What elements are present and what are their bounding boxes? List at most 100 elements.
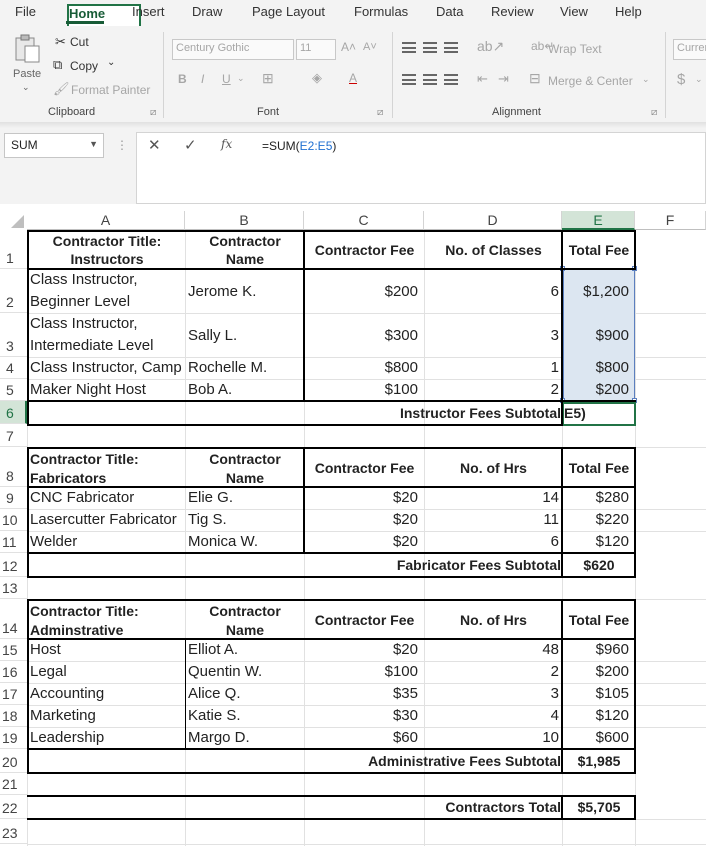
merge-center-button[interactable]: Merge & Center [548, 74, 633, 88]
cell-d17[interactable]: 3 [425, 685, 559, 703]
increase-indent-icon[interactable]: ⇥ [498, 71, 509, 87]
underline-button[interactable]: U [222, 72, 231, 86]
cell-a5[interactable]: Maker Night Host [30, 381, 185, 399]
bold-button[interactable]: B [178, 72, 187, 86]
alignment-launcher-icon[interactable]: ⧄ [651, 107, 657, 118]
cell-d8[interactable]: No. of Hrs [425, 459, 562, 477]
row-header[interactable]: 15 [0, 639, 27, 661]
clipboard-launcher-icon[interactable]: ⧄ [150, 107, 156, 118]
number-format-select[interactable]: Curren [673, 39, 706, 60]
row-header[interactable]: 4 [0, 357, 27, 379]
row-header[interactable]: 11 [0, 531, 27, 553]
cell-b4[interactable]: Rochelle M. [188, 359, 304, 377]
row-header[interactable]: 10 [0, 509, 27, 531]
cell-b5[interactable]: Bob A. [188, 381, 304, 399]
cell-e14[interactable]: Total Fee [563, 611, 635, 629]
cell-c9[interactable]: $20 [305, 489, 418, 507]
cell-e6[interactable]: E5) [564, 404, 634, 422]
font-color-icon[interactable]: A [349, 71, 357, 85]
wrap-text-button[interactable]: Wrap Text [548, 42, 602, 56]
cell-a4[interactable]: Class Instructor, Camp [30, 359, 185, 377]
cell-a2-line2[interactable]: Beginner Level [30, 293, 185, 311]
menu-data[interactable]: Data [436, 4, 463, 19]
column-header-d[interactable]: D [424, 211, 562, 230]
row-header[interactable]: 18 [0, 705, 27, 727]
cell-c11[interactable]: $20 [305, 533, 418, 551]
currency-dropdown-icon[interactable]: ⌄ [695, 74, 703, 85]
cell-b16[interactable]: Quentin W. [188, 663, 304, 681]
paste-dropdown-icon[interactable]: ⌄ [22, 82, 30, 93]
row-header[interactable]: 9 [0, 487, 27, 509]
fill-color-icon[interactable]: ◈ [312, 70, 322, 86]
copy-button[interactable]: Copy [70, 59, 98, 73]
row-header[interactable]: 8 [0, 447, 27, 487]
paintbrush-icon[interactable]: 🖌 [53, 81, 70, 97]
cell-c3[interactable]: $300 [305, 327, 418, 345]
cell-e9[interactable]: $280 [563, 489, 629, 507]
align-center-icon[interactable] [423, 74, 437, 85]
italic-button[interactable]: I [201, 72, 204, 86]
menu-home[interactable]: Home [67, 4, 141, 28]
cell-a11[interactable]: Welder [30, 533, 185, 551]
row-header[interactable]: 3 [0, 313, 27, 357]
name-box[interactable]: SUM ▼ [4, 133, 104, 158]
row-header[interactable]: 21 [0, 773, 27, 795]
row-header[interactable]: 20 [0, 749, 27, 773]
worksheet-grid[interactable]: A B C D E F 1 2 3 4 5 6 7 8 9 10 11 12 1… [0, 204, 706, 846]
cell-d20[interactable]: Administrative Fees Subtotal [305, 752, 561, 770]
copy-icon[interactable]: ⧉ [53, 57, 62, 73]
row-header[interactable]: 2 [0, 269, 27, 313]
cell-a3-line2[interactable]: Intermediate Level [30, 337, 185, 355]
scissors-icon[interactable]: ✂ [55, 34, 66, 50]
font-launcher-icon[interactable]: ⧄ [377, 107, 383, 118]
fx-icon[interactable]: fx [221, 137, 232, 151]
cell-c4[interactable]: $800 [305, 359, 418, 377]
cell-e16[interactable]: $200 [563, 663, 629, 681]
cell-a8-line2[interactable]: Fabricators [30, 469, 185, 487]
cell-c18[interactable]: $30 [305, 707, 418, 725]
menu-draw[interactable]: Draw [192, 4, 222, 19]
cell-e4[interactable]: $800 [563, 359, 629, 377]
cell-b19[interactable]: Margo D. [188, 729, 304, 747]
menu-formulas[interactable]: Formulas [354, 4, 408, 19]
cell-d15[interactable]: 48 [425, 641, 559, 659]
font-name-select[interactable]: Century Gothic [172, 39, 294, 60]
cell-e19[interactable]: $600 [563, 729, 629, 747]
paste-button[interactable]: Paste [13, 68, 41, 80]
cell-d2[interactable]: 6 [425, 283, 559, 301]
cell-b18[interactable]: Katie S. [188, 707, 304, 725]
cell-c15[interactable]: $20 [305, 641, 418, 659]
font-size-select[interactable]: 11 [296, 39, 336, 60]
cell-e22[interactable]: $5,705 [563, 798, 635, 816]
cell-b11[interactable]: Monica W. [188, 533, 304, 551]
cell-e10[interactable]: $220 [563, 511, 629, 529]
borders-icon[interactable]: ⊞ [262, 70, 274, 87]
row-header[interactable]: 1 [0, 230, 27, 269]
cell-c19[interactable]: $60 [305, 729, 418, 747]
cell-a1[interactable]: Contractor Title: [29, 232, 185, 250]
align-bottom-icon[interactable] [444, 42, 458, 53]
copy-dropdown-icon[interactable]: ⌄ [107, 57, 115, 68]
menu-file[interactable]: File [15, 4, 36, 19]
cell-d22[interactable]: Contractors Total [305, 798, 561, 816]
cell-d18[interactable]: 4 [425, 707, 559, 725]
cell-c5[interactable]: $100 [305, 381, 418, 399]
row-header[interactable]: 5 [0, 379, 27, 401]
paste-icon[interactable] [14, 34, 42, 64]
cell-c1[interactable]: Contractor Fee [305, 241, 424, 259]
cell-b1[interactable]: Contractor [186, 232, 304, 250]
select-all-corner[interactable] [0, 211, 27, 231]
menu-help[interactable]: Help [615, 4, 642, 19]
row-header[interactable]: 6 [0, 401, 27, 424]
cell-d10[interactable]: 11 [425, 511, 559, 529]
cell-e2[interactable]: $1,200 [563, 283, 629, 301]
cell-e20[interactable]: $1,985 [563, 752, 635, 770]
align-left-icon[interactable] [402, 74, 416, 85]
row-header[interactable]: 22 [0, 795, 27, 819]
column-header-c[interactable]: C [304, 211, 424, 230]
align-middle-icon[interactable] [423, 42, 437, 53]
format-painter-button[interactable]: Format Painter [71, 83, 150, 97]
increase-font-icon[interactable]: A˄ [341, 40, 356, 54]
cell-d19[interactable]: 10 [425, 729, 559, 747]
row-header[interactable]: 7 [0, 424, 27, 447]
